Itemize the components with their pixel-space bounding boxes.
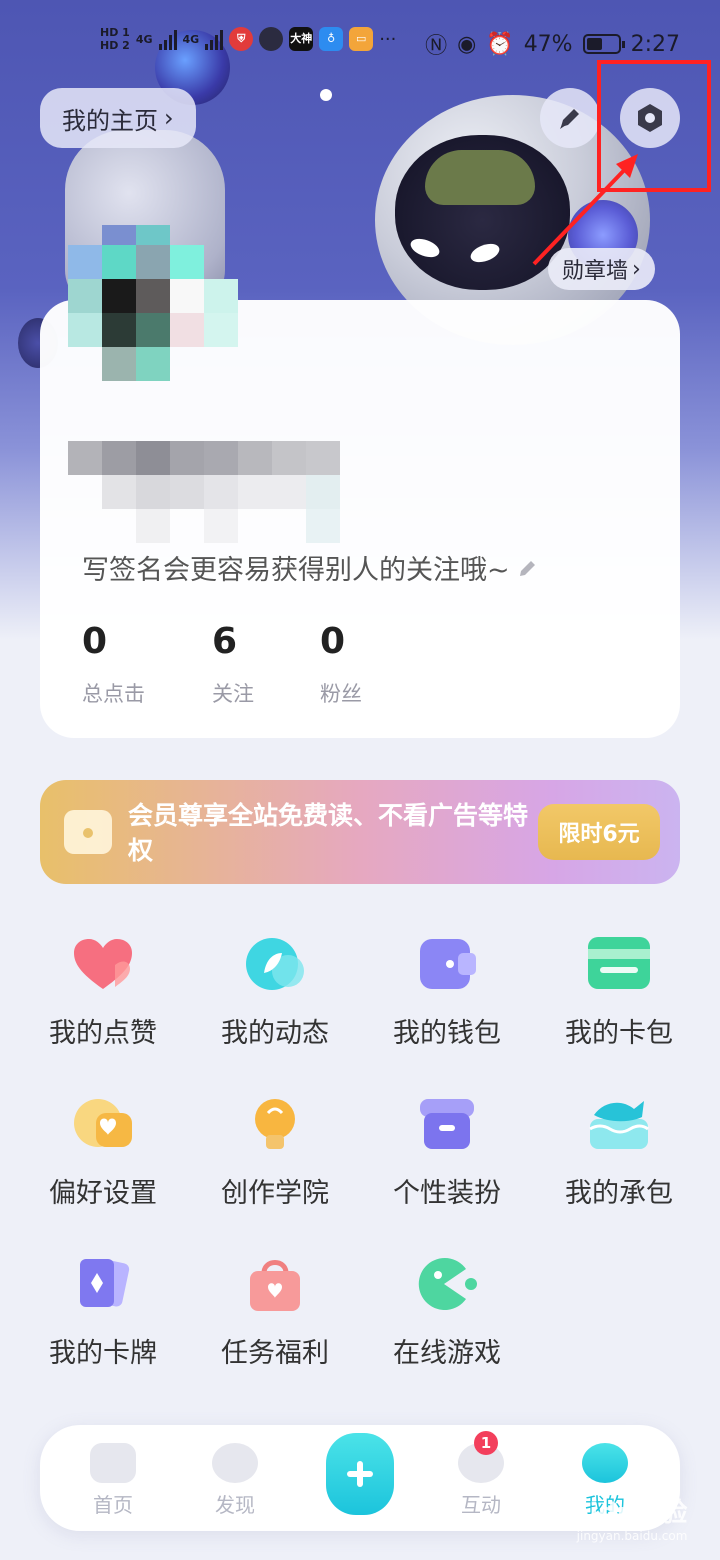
signal-icon [158, 28, 177, 50]
tab-label: 首页 [93, 1493, 133, 1517]
dashen-app-icon: 大神 [289, 27, 314, 51]
menu-item-label: 创作学院 [221, 1178, 329, 1209]
menu-item-label: 我的卡包 [565, 1018, 673, 1049]
stat-value: 0 [82, 621, 108, 662]
tab-label: 互动 [461, 1493, 501, 1517]
battery-percent: 47% [523, 31, 573, 57]
home-icon [90, 1443, 136, 1483]
store-icon [414, 1095, 480, 1153]
signal-icon-2 [205, 28, 224, 50]
vip-banner-text: 会员尊享全站免费读、不看广告等特权 [128, 801, 529, 865]
chat-notification-icon [259, 27, 284, 51]
eye-comfort-icon: ◉ [457, 31, 477, 57]
vip-offer-button[interactable]: 限时6元 [538, 804, 660, 860]
menu-item-card-pack[interactable]: 我的卡包 [544, 935, 694, 1050]
my-homepage-button[interactable]: 我的主页 › [40, 88, 196, 148]
menu-item-preferences[interactable]: 偏好设置 [28, 1095, 178, 1210]
pacman-icon [414, 1255, 480, 1313]
chevron-right-icon: › [164, 104, 174, 132]
watermark-sub: jingyan.baidu.com [576, 1529, 688, 1543]
menu-item-label: 个性装扮 [393, 1178, 501, 1209]
menu-item-label: 任务福利 [221, 1338, 329, 1369]
status-time: 2:27 [630, 31, 680, 57]
card-icon [586, 935, 652, 993]
medal-wall-button[interactable]: 勋章墙 › [548, 248, 655, 290]
cup-notification-icon: ▭ [349, 27, 374, 51]
more-notifications: ··· [379, 28, 397, 50]
status-left: HD 1 HD 2 4G 4G ⛨ 大神 ♁ ▭ ··· [100, 26, 396, 52]
menu-item-task-rewards[interactable]: 任务福利 [200, 1255, 350, 1370]
bulb-notification-icon: ♁ [319, 27, 344, 51]
heart-icon [70, 935, 136, 993]
stat-following[interactable]: 6 关注 [212, 618, 254, 708]
plus-icon [347, 1461, 373, 1487]
menu-item-label: 在线游戏 [393, 1338, 501, 1369]
chevron-right-icon: › [632, 256, 641, 282]
menu-item-label: 我的动态 [221, 1018, 329, 1049]
tab-interaction[interactable]: 1 互动 [436, 1431, 526, 1518]
stat-total-clicks[interactable]: 0 总点击 [82, 618, 145, 708]
bulb-icon [242, 1095, 308, 1153]
tab-discover[interactable]: 发现 [190, 1443, 280, 1518]
notification-badge: 1 [474, 1431, 498, 1455]
astronaut-hair-decoration [425, 150, 535, 205]
pencil-icon [560, 109, 579, 129]
menu-item-moments[interactable]: 我的动态 [200, 935, 350, 1050]
signature-field[interactable]: 写签名会更容易获得别人的关注哦~ [82, 548, 540, 587]
fish-icon [586, 1095, 652, 1153]
menu-item-personal-dressup[interactable]: 个性装扮 [372, 1095, 522, 1210]
menu-item-label: 我的承包 [565, 1178, 673, 1209]
signature-text: 写签名会更容易获得别人的关注哦~ [82, 555, 510, 586]
signal-type-2: 4G [182, 32, 200, 46]
menu-item-label: 偏好设置 [49, 1178, 157, 1209]
watermark-main: Baidu经验 [552, 1498, 688, 1528]
tab-home[interactable]: 首页 [68, 1443, 158, 1518]
crown-icon [64, 810, 112, 854]
menu-item-likes[interactable]: 我的点赞 [28, 935, 178, 1050]
menu-item-label: 我的钱包 [393, 1018, 501, 1049]
sim-indicator: HD 1 HD 2 [100, 26, 130, 52]
stat-value: 6 [212, 621, 238, 662]
nfc-icon: Ⓝ [425, 34, 448, 59]
stat-label: 关注 [212, 682, 254, 706]
alarm-icon: ⏰ [486, 31, 514, 57]
edit-profile-button[interactable] [540, 88, 600, 148]
menu-item-label: 我的卡牌 [49, 1338, 157, 1369]
vip-banner[interactable]: 会员尊享全站免费读、不看广告等特权 限时6元 [40, 780, 680, 884]
menu-item-my-contracts[interactable]: 我的承包 [544, 1095, 694, 1210]
watermark: Baidu经验 jingyan.baidu.com [552, 1492, 687, 1543]
add-post-button[interactable] [326, 1433, 394, 1515]
chat-icon: 1 [458, 1431, 504, 1483]
menu-item-wallet[interactable]: 我的钱包 [372, 935, 522, 1050]
stat-label: 总点击 [82, 682, 145, 706]
menu-item-label: 我的点赞 [49, 1018, 157, 1049]
signal-type-1: 4G [135, 32, 153, 46]
menu-item-online-games[interactable]: 在线游戏 [372, 1255, 522, 1370]
tab-label: 发现 [215, 1493, 255, 1517]
pencil-icon [519, 560, 535, 576]
app-notification-icon: ⛨ [229, 27, 254, 51]
medal-wall-label: 勋章墙 [562, 259, 629, 284]
menu-item-my-cards[interactable]: 我的卡牌 [28, 1255, 178, 1370]
battery-icon [582, 34, 625, 54]
status-right: Ⓝ ◉ ⏰ 47% 2:27 [425, 28, 680, 60]
preference-icon [70, 1095, 136, 1153]
leaf-icon [242, 935, 308, 993]
wallet-icon [414, 935, 480, 993]
bag-icon [242, 1255, 308, 1313]
stat-value: 0 [320, 621, 346, 662]
stat-fans[interactable]: 0 粉丝 [320, 618, 362, 708]
cards-icon [70, 1255, 136, 1313]
my-homepage-label: 我的主页 [62, 106, 158, 135]
stat-label: 粉丝 [320, 682, 362, 706]
menu-item-creator-academy[interactable]: 创作学院 [200, 1095, 350, 1210]
me-icon [582, 1443, 628, 1483]
discover-icon [212, 1443, 258, 1483]
star-decoration [320, 89, 332, 101]
